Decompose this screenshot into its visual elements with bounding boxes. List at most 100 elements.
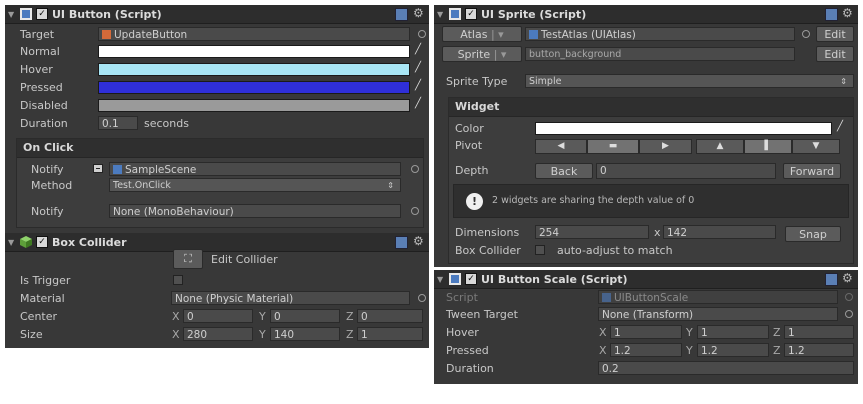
pivot-center-button[interactable]: ▬ bbox=[587, 139, 639, 154]
remove-delegate-button[interactable] bbox=[93, 164, 103, 173]
center-y-field[interactable]: 0 bbox=[270, 309, 340, 323]
help-icon[interactable] bbox=[825, 273, 838, 286]
normal-color-swatch[interactable] bbox=[98, 45, 410, 58]
ui-button-panel: ▼ ✓ UI Button (Script) ⚙ Target UpdateBu… bbox=[5, 5, 429, 233]
pressed-z-field[interactable]: 1.2 bbox=[784, 343, 854, 357]
atlas-button[interactable]: Atlas | ▾ bbox=[442, 26, 522, 42]
size-y-field[interactable]: 140 bbox=[270, 327, 340, 341]
method-dropdown[interactable]: Test.OnClick ⇕ bbox=[109, 178, 401, 192]
color-label: Color bbox=[455, 122, 484, 135]
gear-icon[interactable]: ⚙ bbox=[842, 6, 853, 20]
pivot-middle-button[interactable]: ▌ bbox=[744, 139, 792, 154]
atlas-field[interactable]: TestAtlas (UIAtlas) bbox=[525, 27, 795, 41]
depth-forward-button[interactable]: Forward bbox=[783, 163, 841, 179]
ui-button-scale-header[interactable]: ▼ ✓ UI Button Scale (Script) ⚙ bbox=[434, 270, 858, 289]
atlas-edit-button[interactable]: Edit bbox=[816, 26, 854, 42]
material-field[interactable]: None (Physic Material) bbox=[171, 291, 410, 305]
pivot-left-button[interactable]: ◀ bbox=[535, 139, 587, 154]
pressed-x-field[interactable]: 1.2 bbox=[610, 343, 682, 357]
hover-y-field[interactable]: 1 bbox=[697, 325, 769, 339]
gear-icon[interactable]: ⚙ bbox=[413, 6, 424, 20]
object-picker-icon[interactable] bbox=[845, 310, 853, 318]
help-icon[interactable] bbox=[395, 8, 408, 21]
foldout-arrow-icon[interactable]: ▼ bbox=[437, 275, 447, 284]
component-title: UI Button (Script) bbox=[52, 7, 162, 21]
pivot-top-button[interactable]: ▲ bbox=[696, 139, 744, 154]
disabled-color-swatch[interactable] bbox=[98, 99, 410, 112]
hover-z-label: Z bbox=[773, 326, 781, 339]
hover-z-field[interactable]: 1 bbox=[784, 325, 854, 339]
pivot-bottom-button[interactable]: ▼ bbox=[792, 139, 840, 154]
box-collider-header[interactable]: ▼ ✓ Box Collider ⚙ bbox=[5, 233, 429, 252]
gear-icon[interactable]: ⚙ bbox=[842, 271, 853, 285]
enabled-checkbox[interactable]: ✓ bbox=[465, 8, 477, 20]
box-collider-icon bbox=[20, 236, 32, 248]
color-swatch[interactable] bbox=[535, 122, 832, 135]
object-picker-icon[interactable] bbox=[418, 294, 426, 302]
center-z-label: Z bbox=[346, 310, 354, 323]
gameobject-icon bbox=[102, 30, 111, 39]
pivot-right-button[interactable]: ▶ bbox=[639, 139, 692, 154]
ui-button-header[interactable]: ▼ ✓ UI Button (Script) ⚙ bbox=[5, 5, 429, 24]
notify2-field[interactable]: None (MonoBehaviour) bbox=[109, 204, 401, 218]
hover-x-field[interactable]: 1 bbox=[610, 325, 682, 339]
duration-field[interactable]: 0.1 bbox=[98, 116, 138, 130]
object-picker-icon[interactable] bbox=[411, 207, 419, 215]
notify-field[interactable]: SampleScene bbox=[109, 162, 401, 176]
center-x-field[interactable]: 0 bbox=[183, 309, 253, 323]
object-picker-icon[interactable] bbox=[418, 30, 426, 38]
info-text: 2 widgets are sharing the depth value of… bbox=[492, 195, 695, 206]
edit-collider-button[interactable]: ⛶ bbox=[173, 249, 203, 269]
size-x-field[interactable]: 280 bbox=[183, 327, 253, 341]
depth-back-button[interactable]: Back bbox=[535, 163, 593, 179]
eyedropper-icon[interactable]: ╱ bbox=[415, 80, 425, 92]
eyedropper-icon[interactable]: ╱ bbox=[415, 44, 425, 56]
tween-target-field[interactable]: None (Transform) bbox=[598, 307, 838, 321]
size-z-field[interactable]: 1 bbox=[357, 327, 423, 341]
dropdown-arrow-icon: ⇕ bbox=[840, 77, 847, 86]
depth-info-box: ! 2 widgets are sharing the depth value … bbox=[453, 184, 849, 218]
box-collider-panel: ▼ ✓ Box Collider ⚙ ⛶ Edit Collider Is Tr… bbox=[5, 233, 429, 348]
height-field[interactable]: 142 bbox=[663, 225, 776, 239]
target-field[interactable]: UpdateButton bbox=[98, 27, 410, 41]
pivot-label: Pivot bbox=[455, 139, 483, 152]
duration-field[interactable]: 0.2 bbox=[598, 361, 854, 375]
eyedropper-icon[interactable]: ╱ bbox=[415, 98, 425, 110]
width-field[interactable]: 254 bbox=[535, 225, 649, 239]
center-z-field[interactable]: 0 bbox=[357, 309, 423, 323]
target-label: Target bbox=[20, 28, 55, 41]
auto-adjust-label: auto-adjust to match bbox=[557, 244, 673, 257]
pressed-color-swatch[interactable] bbox=[98, 81, 410, 94]
sprite-button[interactable]: Sprite | ▾ bbox=[442, 46, 522, 62]
sprite-type-dropdown[interactable]: Simple ⇕ bbox=[525, 74, 854, 88]
snap-button[interactable]: Snap bbox=[785, 226, 841, 242]
foldout-arrow-icon[interactable]: ▼ bbox=[8, 238, 18, 247]
foldout-arrow-icon[interactable]: ▼ bbox=[8, 10, 18, 19]
gear-icon[interactable]: ⚙ bbox=[413, 234, 424, 248]
tween-target-label: Tween Target bbox=[446, 308, 518, 321]
enabled-checkbox[interactable]: ✓ bbox=[36, 236, 48, 248]
pressed-y-field[interactable]: 1.2 bbox=[697, 343, 769, 357]
script-icon bbox=[20, 8, 32, 20]
foldout-arrow-icon[interactable]: ▼ bbox=[437, 10, 447, 19]
help-icon[interactable] bbox=[395, 236, 408, 249]
ui-sprite-header[interactable]: ▼ ✓ UI Sprite (Script) ⚙ bbox=[434, 5, 858, 24]
depth-field[interactable]: 0 bbox=[596, 163, 776, 179]
eyedropper-icon[interactable]: ╱ bbox=[415, 62, 425, 74]
script-icon bbox=[449, 273, 461, 285]
object-picker-icon[interactable] bbox=[411, 165, 419, 173]
object-picker-icon[interactable] bbox=[802, 30, 810, 38]
enabled-checkbox[interactable]: ✓ bbox=[36, 8, 48, 20]
sprite-type-label: Sprite Type bbox=[446, 75, 508, 88]
sprite-field[interactable]: button_background bbox=[525, 47, 795, 61]
hover-color-swatch[interactable] bbox=[98, 63, 410, 76]
auto-adjust-checkbox[interactable] bbox=[535, 245, 545, 255]
eyedropper-icon[interactable]: ╱ bbox=[837, 121, 847, 133]
sprite-edit-button[interactable]: Edit bbox=[816, 46, 854, 62]
info-icon: ! bbox=[466, 193, 483, 210]
enabled-checkbox[interactable]: ✓ bbox=[465, 273, 477, 285]
is-trigger-checkbox[interactable] bbox=[173, 275, 183, 285]
pressed-z-label: Z bbox=[773, 344, 781, 357]
size-z-label: Z bbox=[346, 328, 354, 341]
help-icon[interactable] bbox=[825, 8, 838, 21]
